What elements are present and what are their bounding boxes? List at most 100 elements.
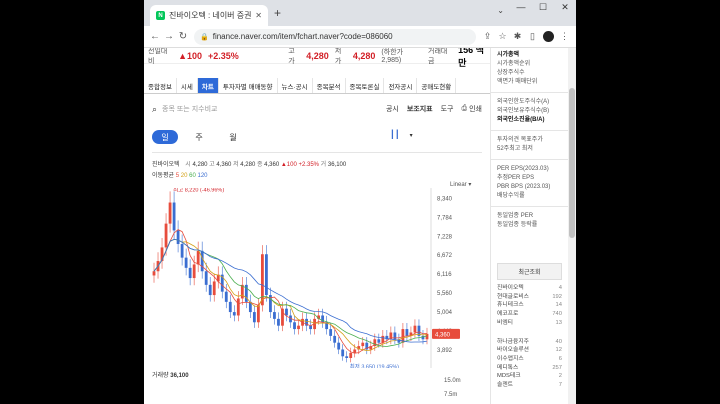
tools-button[interactable]: 도구 (441, 104, 454, 114)
reload-icon[interactable]: ↻ (176, 31, 190, 42)
candle-body (168, 202, 172, 224)
period-week-button[interactable]: 주 (186, 130, 212, 144)
recent-item[interactable]: 메디톡스 257 (491, 364, 568, 373)
compare-search-input[interactable]: 종목 또는 지수비교 (162, 104, 378, 114)
candle-body (200, 250, 204, 272)
ma-20[interactable]: 20 (181, 173, 188, 179)
y-tick-label: 5,560 (437, 291, 453, 297)
candle-body (172, 202, 176, 231)
close-tab-icon[interactable]: ✕ (255, 11, 262, 20)
ma-5[interactable]: 5 (176, 173, 179, 179)
industry-per: 동일업종 PER (497, 213, 534, 219)
recent-item-name: 비엠티 (497, 319, 513, 326)
tab-investor-trading[interactable]: 투자자별 매매동향 (219, 78, 278, 93)
y-tick-label: 6,116 (437, 272, 452, 278)
ma-120[interactable]: 120 (198, 173, 208, 179)
recent-viewed-header[interactable]: 최근조회 (497, 263, 562, 280)
lock-icon[interactable]: 🔒 (200, 33, 209, 41)
menu-icon[interactable]: ⋮ (557, 31, 572, 42)
recent-item-name: 진바이오텍 (497, 285, 524, 291)
url-field[interactable]: 🔒 finance.naver.com/item/fchart.naver?co… (194, 28, 476, 45)
tab-quotes[interactable]: 시세 (177, 78, 198, 93)
print-button[interactable]: 인쇄 (469, 104, 482, 114)
indicator-button[interactable]: 보조지표 (407, 104, 433, 114)
tab-chart[interactable]: 차트 (197, 78, 219, 93)
y-tick-label: 6,672 (437, 253, 453, 259)
search-icon[interactable]: ⌕ (152, 104, 157, 115)
recent-item-name: 휴니테크스 (497, 302, 524, 309)
candle-body (228, 301, 232, 313)
candle-body (377, 339, 381, 343)
period-month-button[interactable]: 월 (220, 130, 246, 144)
share-icon[interactable]: ⇪ (480, 31, 495, 42)
bookmark-star-icon[interactable]: ☆ (495, 31, 510, 42)
candle-body (349, 352, 353, 358)
maximize-icon[interactable]: ☐ (532, 2, 554, 13)
minimize-icon[interactable]: — (510, 2, 532, 13)
candle-body (224, 291, 228, 302)
forward-icon[interactable]: → (162, 31, 176, 42)
tab-news[interactable]: 뉴스·공시 (278, 78, 313, 93)
candle-body (252, 312, 256, 323)
recent-item-name: 하나금융지주 (497, 338, 529, 345)
est-per-label: 추정PER (497, 175, 521, 181)
candle-body (309, 325, 312, 330)
price-chart[interactable]: 8,3407,7847,2286,6726,1165,5605,0044,448… (144, 188, 490, 368)
recent-item-count: 257 (552, 364, 562, 371)
printer-icon[interactable]: ⎙ (462, 105, 468, 113)
sidepanel-icon[interactable]: ▯ (525, 31, 540, 42)
new-tab-icon[interactable]: + (274, 6, 281, 20)
prev-label: 전일대비 (148, 48, 168, 65)
volume-axis-mid: 7.5m (444, 392, 458, 398)
divider (491, 159, 568, 160)
vol-label: 거 (320, 162, 327, 168)
browser-tab[interactable]: N 진바이오텍 : 네이버 증권 ✕ (150, 5, 268, 26)
trading-unit: 매매단위 (515, 79, 538, 85)
recent-item[interactable]: 현대글로비스 192 (491, 293, 568, 302)
chart-type-dropdown[interactable]: ┃┃ ▾ (390, 130, 413, 139)
scrollbar-thumb[interactable] (569, 88, 575, 238)
recent-item-count: 7 (558, 382, 562, 389)
close-window-icon[interactable]: ✕ (554, 2, 576, 13)
profile-avatar[interactable] (543, 31, 554, 42)
recent-list: 진바이오텍 4 현대글로비스 192 휴니테크스 14 에코프로 740 비엠티 13 하나금융지주… (491, 284, 568, 390)
tab-summary[interactable]: 종합정보 (144, 78, 177, 93)
low-value: 4,280 (352, 50, 376, 61)
recent-item[interactable]: 비엠티 13 (491, 319, 568, 328)
divider (491, 130, 568, 131)
scrollbar[interactable] (568, 48, 576, 404)
period-selector: 일 주 월 (152, 130, 246, 144)
tab-discussion[interactable]: 종목토론실 (346, 78, 385, 93)
candle-body (184, 257, 188, 268)
recent-item[interactable]: 하나금융지주 40 (491, 338, 568, 347)
recent-item-count: 12 (555, 347, 562, 354)
ma-60[interactable]: 60 (189, 173, 196, 179)
browser-window: N 진바이오텍 : 네이버 증권 ✕ + ⌄ — ☐ ✕ ← → ↻ 🔒 fin… (144, 0, 576, 404)
recent-item[interactable]: 휴니테크스 14 (491, 301, 568, 310)
recent-item-count: 192 (552, 293, 562, 300)
recent-item[interactable]: 이수앱지스 6 (491, 355, 568, 364)
market-cap-label: 시가총액 (497, 52, 520, 58)
industry-change: 동일업종 등락률 (497, 222, 538, 228)
disclosure-button[interactable]: 공시 (386, 104, 399, 114)
scale-dropdown[interactable]: Linear ▾ (450, 181, 471, 188)
candle-body (297, 325, 300, 330)
tab-search-icon[interactable]: ⌄ (497, 6, 504, 15)
page-content: 전일대비 ▲100 +2.35% 고가 4,280 저가 4,280 (하한가 … (144, 48, 576, 404)
amount-value: 156 백만 (458, 48, 484, 68)
period-day-button[interactable]: 일 (152, 130, 178, 144)
recent-item[interactable]: 진바이오텍 4 (491, 284, 568, 293)
recent-item[interactable]: MDS테크 2 (491, 372, 568, 381)
tab-short-selling[interactable]: 공매도현황 (417, 78, 457, 93)
tab-disclosure[interactable]: 전자공시 (384, 78, 418, 93)
market-cap-rank: 시가총액순위 (497, 61, 531, 67)
recent-item[interactable]: 바이오솔루션 12 (491, 346, 568, 355)
recent-item[interactable]: 솔젠트 7 (491, 381, 568, 390)
face-value: 액면가 (497, 79, 514, 85)
back-icon[interactable]: ← (148, 31, 162, 42)
extensions-icon[interactable]: ✱ (510, 31, 525, 42)
compare-search-row: ⌕ 종목 또는 지수비교 공시 보조지표 도구 ⎙ 인쇄 (152, 102, 482, 116)
tab-analysis[interactable]: 종목분석 (313, 78, 346, 93)
recent-item-count: 6 (558, 355, 562, 362)
recent-item[interactable]: 에코프로 740 (491, 310, 568, 319)
